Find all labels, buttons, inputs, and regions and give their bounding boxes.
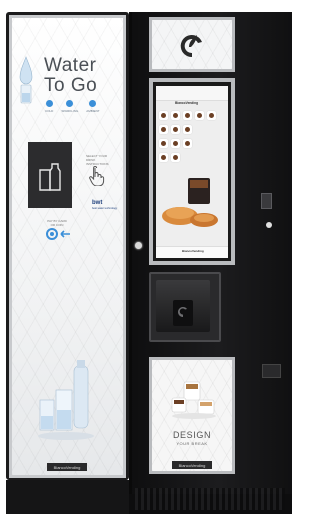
coffee-cup-icon bbox=[197, 113, 202, 118]
product-tile[interactable] bbox=[171, 111, 180, 120]
product-tile[interactable] bbox=[171, 153, 180, 162]
design-headline: DESIGN bbox=[172, 430, 212, 440]
base-grille bbox=[135, 488, 285, 510]
product-tile[interactable] bbox=[183, 111, 192, 120]
coin-return-button[interactable] bbox=[266, 222, 272, 228]
coffee-cup-icon bbox=[209, 113, 214, 118]
coffee-cup-icon bbox=[185, 141, 190, 146]
coffee-cup-icon bbox=[161, 113, 166, 118]
title-line-2: To Go bbox=[44, 75, 98, 96]
product-tile[interactable] bbox=[183, 125, 192, 134]
coffee-cup-icon bbox=[173, 113, 178, 118]
instruction-text: SELECT YOUR DRINK INSTRUCTIONS bbox=[86, 154, 109, 166]
brand-plate-left: BiancoVending bbox=[47, 463, 87, 471]
coffee-cup-icon bbox=[161, 127, 166, 132]
coffee-cup-icon bbox=[185, 127, 190, 132]
bwt-tagline: best water technology bbox=[92, 207, 118, 210]
product-tile[interactable] bbox=[207, 111, 216, 120]
option-sparkling: SPARKLING bbox=[61, 100, 78, 113]
water-options: COLD SPARKLING AMBIENT bbox=[45, 100, 100, 113]
coffee-cups-image bbox=[171, 381, 216, 419]
design-subline: YOUR BREAK bbox=[176, 441, 208, 446]
product-tile[interactable] bbox=[171, 125, 180, 134]
product-tile[interactable] bbox=[159, 111, 168, 120]
coffee-cup-icon bbox=[173, 127, 178, 132]
door-seam bbox=[129, 12, 132, 494]
product-tile[interactable] bbox=[159, 153, 168, 162]
coffee-cup-icon bbox=[173, 141, 178, 146]
product-tile[interactable] bbox=[159, 125, 168, 134]
product-tile[interactable] bbox=[195, 111, 204, 120]
title-line-1: Water bbox=[44, 55, 97, 76]
product-tile[interactable] bbox=[159, 139, 168, 148]
screen-header bbox=[156, 86, 228, 101]
door-lock[interactable] bbox=[135, 242, 142, 249]
coffee-cup-icon bbox=[173, 155, 178, 160]
vending-machine: Water To Go COLD SPARKLING AMBIENT SELEC… bbox=[0, 0, 292, 514]
bottles-glasses-image bbox=[38, 360, 94, 440]
ambient-water-icon bbox=[89, 100, 97, 107]
hand-pointer-icon bbox=[89, 166, 105, 186]
coffee-croissant-image bbox=[162, 178, 218, 227]
coffee-cup-icon bbox=[161, 155, 166, 160]
drop-logo-icon bbox=[178, 307, 187, 317]
cold-water-icon bbox=[45, 100, 53, 107]
payment-text: PAY BY CARD OR COIN bbox=[47, 219, 67, 227]
product-tile[interactable] bbox=[171, 139, 180, 148]
brand-swirl-icon bbox=[180, 34, 202, 57]
option-cold: COLD bbox=[45, 100, 53, 113]
panel-title: Water To Go bbox=[44, 56, 97, 96]
coffee-cup-icon bbox=[161, 141, 166, 146]
water-splash-icon bbox=[19, 56, 33, 104]
logo-panel bbox=[152, 20, 232, 69]
contactless-pay-icon[interactable] bbox=[46, 228, 72, 240]
bottle-glass-icon bbox=[39, 163, 61, 191]
coin-slot[interactable] bbox=[261, 193, 272, 209]
coffee-cup-icon bbox=[185, 113, 190, 118]
screen-brand: BiancoVending bbox=[175, 101, 199, 105]
brand-plate-right: BiancoVending bbox=[172, 461, 212, 469]
product-tile[interactable] bbox=[183, 139, 192, 148]
screen-footer-brand: BiancoVending bbox=[182, 249, 204, 253]
sparkling-water-icon bbox=[66, 100, 74, 107]
bwt-logo: bwt bbox=[92, 200, 103, 206]
option-ambient: AMBIENT bbox=[86, 100, 100, 113]
change-return-slot[interactable] bbox=[262, 364, 281, 378]
left-base bbox=[6, 480, 129, 514]
